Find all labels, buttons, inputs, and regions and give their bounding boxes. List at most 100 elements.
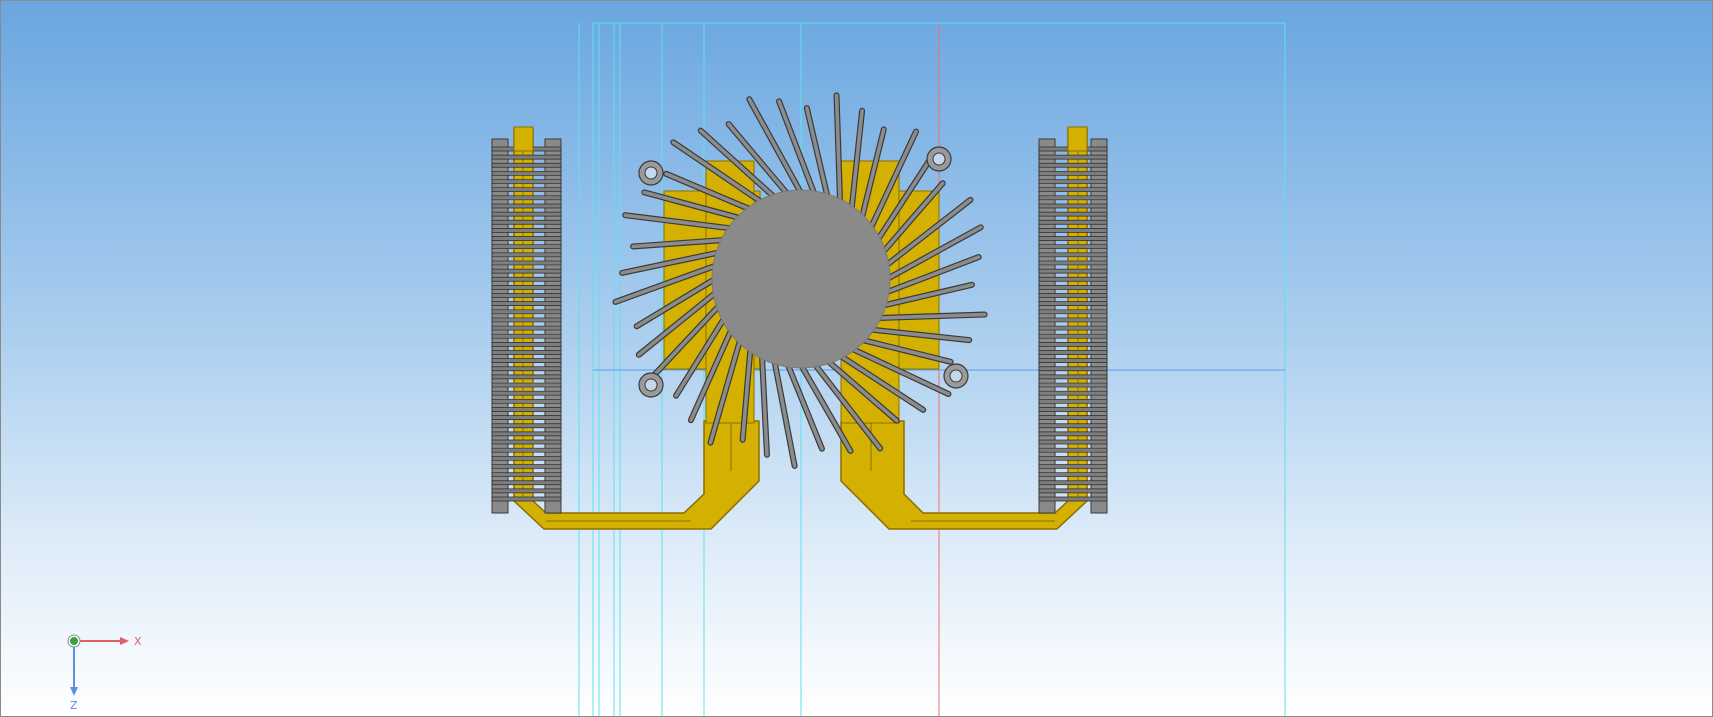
- mount-hole: [932, 152, 946, 166]
- stack-fin: [491, 285, 562, 290]
- stack-fin: [491, 480, 562, 486]
- stack-fin: [1038, 358, 1108, 363]
- stack-fin: [491, 195, 562, 201]
- stack-fin: [1038, 496, 1108, 502]
- stack-fin: [491, 472, 562, 477]
- stack-fin: [1038, 382, 1108, 388]
- stack-fin: [491, 236, 562, 241]
- stack-fin: [1038, 341, 1108, 347]
- stack-fin: [491, 374, 562, 380]
- stack-fin: [491, 187, 562, 193]
- stack-fin: [1038, 285, 1108, 290]
- stack-fin: [1038, 431, 1108, 437]
- stack-fin: [491, 219, 562, 225]
- stack-fin: [1038, 252, 1108, 258]
- stack-fin: [491, 431, 562, 437]
- stack-fin: [491, 228, 562, 233]
- stack-fin: [491, 317, 562, 323]
- mount-hole: [644, 378, 658, 392]
- stack-fin: [1038, 162, 1108, 168]
- stack-fin: [1038, 187, 1108, 193]
- x-axis-label: X: [134, 635, 142, 648]
- stack-fin: [1038, 488, 1108, 494]
- stack-fin: [1038, 260, 1108, 266]
- axis-triad: X Z: [67, 634, 142, 712]
- stack-fin: [1038, 366, 1108, 372]
- stack-fin: [491, 341, 562, 347]
- stack-fin: [491, 293, 562, 298]
- stack-fin: [491, 366, 562, 372]
- stack-fin: [491, 309, 562, 315]
- stack-fin: [1038, 447, 1108, 453]
- stack-fin: [1038, 480, 1108, 486]
- stack-fin: [491, 301, 562, 307]
- stack-fin: [491, 211, 562, 217]
- axis-origin-icon: [70, 637, 78, 645]
- stack-fin: [1038, 333, 1108, 339]
- stack-fin: [1038, 350, 1108, 355]
- stack-fin: [1038, 211, 1108, 217]
- stack-fin: [491, 325, 562, 331]
- stack-fin: [1038, 439, 1108, 445]
- stack-fin: [491, 382, 562, 388]
- stack-fin: [491, 358, 562, 363]
- stack-fin: [1038, 398, 1108, 404]
- stack-fin: [1038, 236, 1108, 241]
- mount-hole: [949, 369, 963, 383]
- stack-fin: [491, 488, 562, 494]
- stack-fin: [491, 154, 562, 160]
- stack-fin: [491, 244, 562, 250]
- stack-fin: [1038, 195, 1108, 201]
- stack-fin: [491, 390, 562, 396]
- pipe-top: [513, 126, 534, 152]
- stack-fin: [491, 162, 562, 168]
- stack-fin: [1038, 276, 1108, 282]
- stack-fin: [491, 423, 562, 429]
- stack-fin: [491, 496, 562, 502]
- stack-fin: [1038, 301, 1108, 307]
- stack-fin: [1038, 407, 1108, 412]
- x-axis-arrow-icon: [120, 637, 129, 645]
- stack-fin: [1038, 293, 1108, 298]
- stack-fin: [491, 464, 562, 469]
- stack-fin: [1038, 390, 1108, 396]
- stack-fin: [491, 276, 562, 282]
- stack-fin: [491, 268, 562, 274]
- stack-fin: [1038, 244, 1108, 250]
- stack-fin: [491, 203, 562, 209]
- stack-fin: [491, 252, 562, 258]
- stack-fin: [491, 333, 562, 339]
- stack-fin: [491, 415, 562, 420]
- model-scene[interactable]: X Z: [1, 1, 1712, 716]
- stack-fin: [1038, 228, 1108, 233]
- stack-fin: [1038, 219, 1108, 225]
- stack-fin: [491, 179, 562, 184]
- stack-fin: [1038, 309, 1108, 315]
- stack-fin: [491, 447, 562, 453]
- stack-fin: [1038, 472, 1108, 477]
- stack-fin: [1038, 154, 1108, 160]
- heatsink-hub[interactable]: [711, 189, 891, 369]
- stack-fin: [1038, 179, 1108, 184]
- stack-fin: [491, 407, 562, 412]
- z-axis-label: Z: [70, 699, 78, 712]
- stack-fin: [1038, 374, 1108, 380]
- stack-fin: [1038, 171, 1108, 176]
- stack-fin: [491, 398, 562, 404]
- stack-fin: [491, 350, 562, 355]
- stack-fin: [1038, 268, 1108, 274]
- stack-fin: [491, 171, 562, 176]
- stack-fin: [1038, 423, 1108, 429]
- 3d-model-viewport[interactable]: X Z: [0, 0, 1713, 717]
- stack-fin: [1038, 203, 1108, 209]
- stack-fin: [491, 260, 562, 266]
- z-axis-arrow-icon: [70, 687, 78, 696]
- stack-fin: [491, 439, 562, 445]
- stack-fin: [1038, 415, 1108, 420]
- stack-fin: [491, 455, 562, 461]
- stack-fin: [1038, 325, 1108, 331]
- stack-fin: [1038, 464, 1108, 469]
- stack-fin: [1038, 455, 1108, 461]
- mount-hole: [644, 166, 658, 180]
- pipe-top: [1067, 126, 1088, 152]
